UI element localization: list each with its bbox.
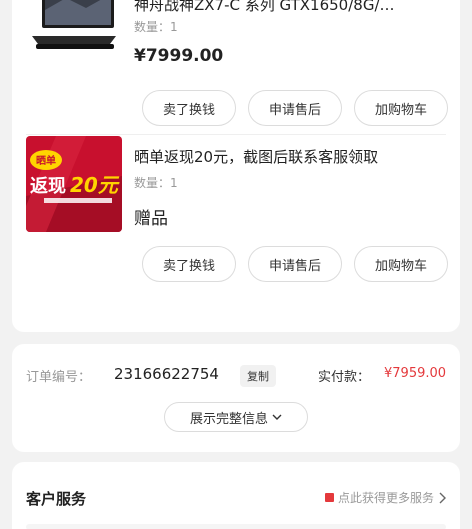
chevron-right-icon: [439, 492, 446, 503]
product-item-laptop[interactable]: 神舟战神ZX7-C 系列 GTX1650/8G/… 数量：1 ¥7999.00 …: [12, 0, 460, 132]
laptop-image: [26, 0, 122, 62]
product-price: ¥7999.00: [134, 46, 224, 66]
paid-amount: ¥7959.00: [384, 366, 447, 381]
product-title[interactable]: 神舟战神ZX7-C 系列 GTX1650/8G/…: [134, 0, 440, 15]
order-number: 23166622754: [114, 365, 219, 383]
sell-for-cash-button[interactable]: 卖了换钱: [142, 246, 236, 282]
product-title[interactable]: 晒单返现20元，截图后联系客服领取: [134, 146, 440, 167]
gift-label: 赠品: [134, 209, 168, 229]
paid-amount-label: 实付款：: [318, 370, 371, 385]
more-services-label: 点此获得更多服务: [337, 491, 434, 505]
cashback-promo-image: 晒单 返现 20元: [26, 136, 122, 232]
gift-thumbnail[interactable]: 晒单 返现 20元: [26, 136, 122, 232]
laptop-thumbnail[interactable]: [26, 0, 122, 62]
expand-full-info-label: 展示完整信息: [189, 411, 268, 427]
service-options-row: [26, 524, 446, 529]
item-divider: [26, 134, 446, 135]
sell-for-cash-button[interactable]: 卖了换钱: [142, 90, 236, 126]
promo-amount-text: 20元: [70, 173, 120, 197]
service-icon: [324, 493, 334, 502]
order-items-card: 神舟战神ZX7-C 系列 GTX1650/8G/… 数量：1 ¥7999.00 …: [12, 0, 460, 332]
promo-main-text: 返现: [30, 176, 66, 197]
product-quantity: 数量：1: [134, 20, 178, 34]
customer-service-card: 客户服务 点此获得更多服务: [12, 462, 460, 529]
apply-after-sales-button[interactable]: 申请售后: [248, 90, 342, 126]
order-info-card: 订单编号： 23166622754 复制 实付款： ¥7959.00 展示完整信…: [12, 344, 460, 452]
customer-service-title: 客户服务: [26, 490, 87, 508]
chevron-down-icon: [272, 414, 282, 420]
apply-after-sales-button[interactable]: 申请售后: [248, 246, 342, 282]
expand-full-info-button[interactable]: 展示完整信息: [164, 402, 308, 432]
promo-badge-text: 晒单: [36, 154, 56, 167]
product-quantity: 数量：1: [134, 176, 178, 190]
add-to-cart-button[interactable]: 加购物车: [354, 246, 448, 282]
order-number-label: 订单编号：: [26, 370, 92, 385]
more-services-link[interactable]: 点此获得更多服务: [324, 489, 446, 506]
copy-button[interactable]: 复制: [240, 365, 276, 387]
add-to-cart-button[interactable]: 加购物车: [354, 90, 448, 126]
product-item-gift[interactable]: 晒单 返现 20元 晒单返现20元，截图后联系客服领取 数量：1 赠品 卖了换钱…: [12, 136, 460, 312]
